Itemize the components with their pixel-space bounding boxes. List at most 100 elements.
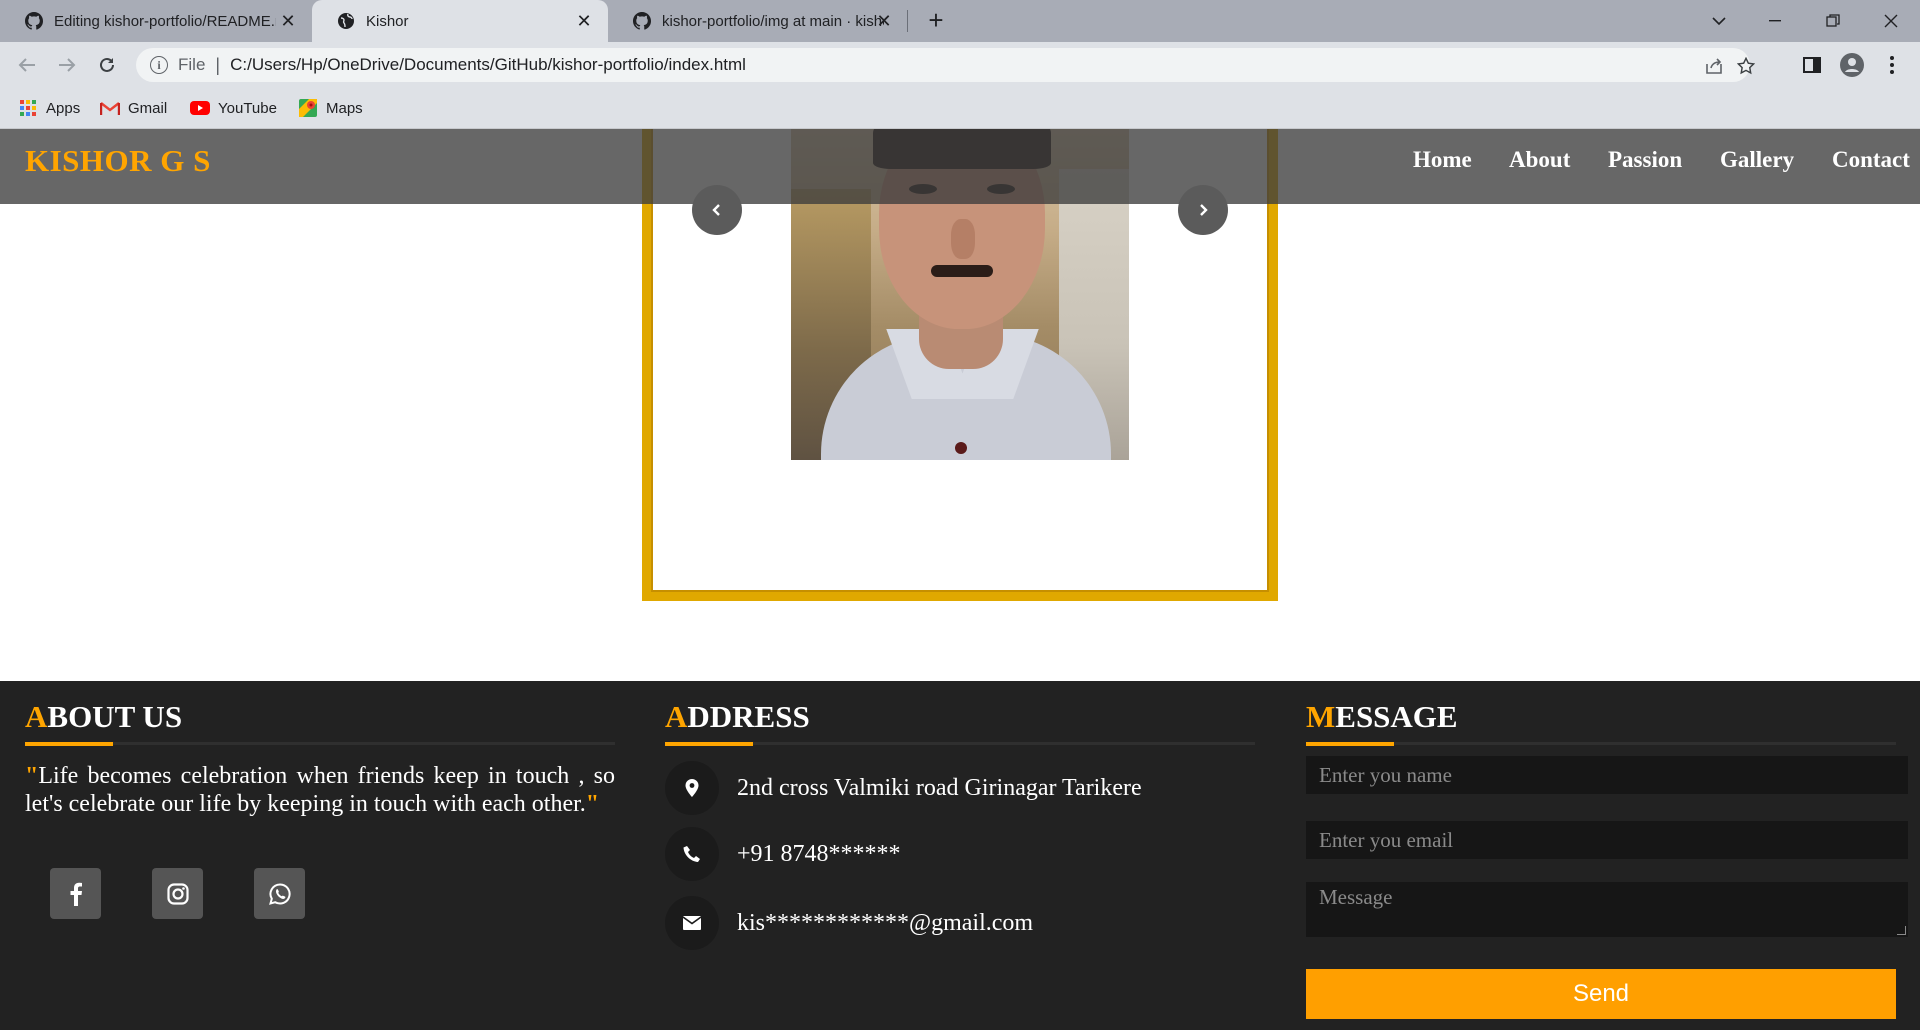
whatsapp-button[interactable] [254,868,305,919]
address-title: ADDRESS [665,699,810,735]
tab-kishor[interactable]: Kishor ✕ [312,0,608,42]
nav-passion[interactable]: Passion [1608,147,1682,173]
bookmark-label: YouTube [218,99,277,117]
address-email-row: kis************@gmail.com [665,896,1033,950]
nav-about[interactable]: About [1509,147,1570,173]
restore-button[interactable] [1804,0,1862,42]
url-text[interactable]: C:/Users/Hp/OneDrive/Documents/GitHub/ki… [230,55,746,75]
bookmark-label: Maps [326,99,363,117]
menu-kebab-icon[interactable] [1880,53,1904,77]
site-brand[interactable]: KISHOR G S [25,143,211,179]
share-icon[interactable] [1704,56,1724,76]
message-underline [1306,742,1896,746]
title-initial: M [1306,699,1336,734]
tab-img-at-main[interactable]: kishor-portfolio/img at main · kishor ✕ [608,0,908,42]
email-input[interactable]: Enter you email [1306,821,1908,859]
about-us-quote: "Life becomes celebration when friends k… [25,762,615,818]
address-bar[interactable]: i File | C:/Users/Hp/OneDrive/Documents/… [136,48,1755,82]
nav-home[interactable]: Home [1413,147,1472,173]
page-viewport: KISHOR G S Home About Passion Gallery Co… [0,129,1920,1030]
message-title: MESSAGE [1306,699,1458,735]
close-icon[interactable]: ✕ [278,11,298,31]
address-phone-row: +91 8748****** [665,827,901,881]
title-initial: A [665,699,688,734]
address-location-row: 2nd cross Valmiki road Girinagar Tariker… [665,761,1142,815]
address-underline [665,742,1255,746]
underline-accent [665,742,753,746]
url-scheme: File [178,55,206,74]
map-pin-icon [665,761,719,815]
title-rest: ESSAGE [1335,699,1458,734]
quote-mark-open: " [25,763,39,789]
tab-editing-readme[interactable]: Editing kishor-portfolio/README.md ✕ [0,0,312,42]
photo-nose [951,219,975,259]
bookmark-label: Gmail [128,99,168,117]
underline-accent [25,742,113,746]
forward-button[interactable] [52,50,82,80]
facebook-icon [70,882,82,906]
new-tab-button[interactable]: + [922,7,950,35]
youtube-icon [190,99,210,117]
bookmark-maps[interactable]: Maps [298,97,363,119]
photo-mustache [931,265,993,277]
address-phone: +91 8748****** [737,840,901,867]
photo-shirt-button [955,442,967,454]
browser-toolbar: i File | C:/Users/Hp/OneDrive/Documents/… [0,42,1920,88]
url-divider: | [215,54,221,75]
message-placeholder: Message [1319,885,1393,909]
title-rest: DDRESS [687,699,810,734]
site-navbar: KISHOR G S Home About Passion Gallery Co… [0,129,1920,204]
github-icon [632,11,652,31]
message-textarea[interactable]: Message [1306,882,1908,937]
nav-contact[interactable]: Contact [1832,147,1910,173]
tab-separator [907,10,908,32]
reload-button[interactable] [92,50,122,80]
nav-gallery[interactable]: Gallery [1720,147,1794,173]
resize-handle-icon[interactable] [1897,926,1906,935]
whatsapp-icon [268,882,291,905]
about-us-title: ABOUT US [25,699,182,735]
quote-mark-close: " [585,791,600,817]
apps-grid-icon [18,99,38,117]
title-rest: BOUT US [47,699,183,734]
back-button[interactable] [12,50,42,80]
info-icon[interactable]: i [150,56,168,74]
address-location: 2nd cross Valmiki road Girinagar Tariker… [737,774,1142,801]
instagram-icon [166,882,189,905]
underline-accent [1306,742,1394,746]
site-footer: ABOUT US "Life becomes celebration when … [0,681,1920,1030]
bookmark-youtube[interactable]: YouTube [190,97,277,119]
chevron-right-icon [1200,204,1208,216]
side-panel-icon[interactable] [1800,53,1824,77]
bookmark-label: Apps [46,99,81,117]
bookmarks-bar: Apps Gmail YouTube Maps [0,88,1920,129]
window-close-button[interactable] [1862,0,1920,42]
profile-avatar-icon[interactable] [1840,53,1864,77]
instagram-button[interactable] [152,868,203,919]
send-button[interactable]: Send [1306,969,1896,1019]
tab-title: Kishor [366,12,409,30]
facebook-button[interactable] [50,868,101,919]
close-icon[interactable]: ✕ [574,11,594,31]
minimize-button[interactable] [1746,0,1804,42]
github-icon [24,11,44,31]
title-initial: A [25,699,48,734]
tab-search-icon[interactable] [1690,0,1748,42]
carousel-prev-button[interactable] [692,185,742,235]
bookmark-gmail[interactable]: Gmail [100,97,167,119]
close-icon[interactable]: ✕ [874,11,894,31]
phone-icon [665,827,719,881]
carousel-next-button[interactable] [1178,185,1228,235]
about-us-underline [25,742,615,746]
browser-tab-strip: Editing kishor-portfolio/README.md ✕ Kis… [0,0,1920,42]
bookmark-star-icon[interactable] [1736,56,1756,76]
chevron-left-icon [712,204,720,216]
gmail-icon [100,99,120,117]
tab-title: Editing kishor-portfolio/README.md [54,12,276,30]
maps-icon [298,99,318,117]
quote-text: Life becomes celebration when friends ke… [25,763,615,817]
address-email: kis************@gmail.com [737,909,1034,936]
name-input[interactable]: Enter you name [1306,756,1908,794]
bookmark-apps[interactable]: Apps [18,97,80,119]
envelope-icon [665,896,719,950]
